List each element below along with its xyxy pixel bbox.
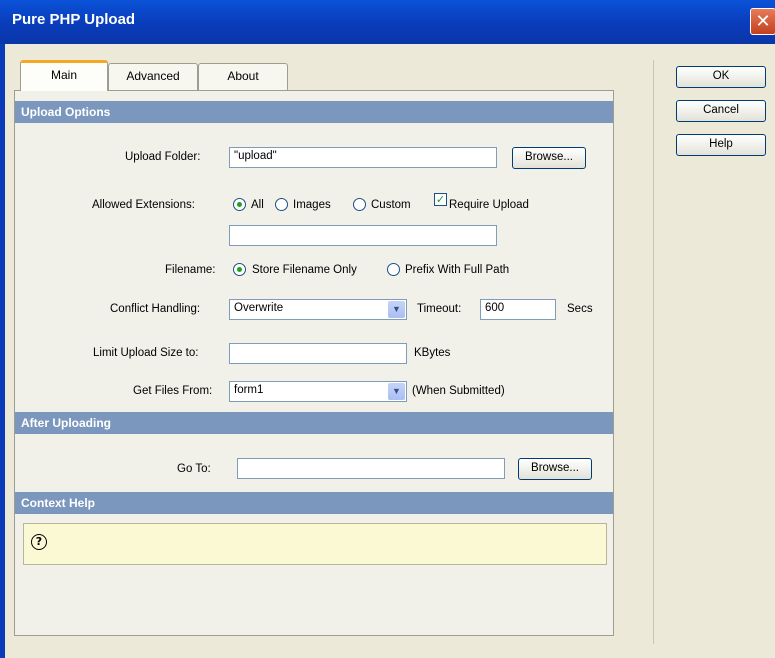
timeout-unit: Secs: [567, 303, 593, 315]
upload-folder-label: Upload Folder:: [125, 151, 201, 163]
window-title: Pure PHP Upload: [12, 11, 136, 28]
timeout-input[interactable]: 600: [480, 299, 556, 320]
help-button[interactable]: Help: [676, 134, 766, 156]
timeout-label: Timeout:: [417, 303, 462, 315]
go-to-label: Go To:: [177, 463, 211, 475]
get-files-from-note: (When Submitted): [412, 385, 505, 397]
get-files-from-value: form1: [234, 384, 264, 396]
radio-selected-dot: [237, 267, 242, 272]
ext-images-radio[interactable]: [275, 198, 288, 211]
go-to-input[interactable]: [237, 458, 505, 479]
after-uploading-header: After Uploading: [15, 412, 613, 434]
ext-custom-label: Custom: [371, 199, 411, 211]
require-upload-checkbox[interactable]: ✓: [434, 193, 447, 206]
main-tab-panel: Upload Options Upload Folder: "upload" B…: [14, 90, 614, 636]
filename-prefix-label: Prefix With Full Path: [405, 264, 510, 276]
ext-custom-radio[interactable]: [353, 198, 366, 211]
context-help-header: Context Help: [15, 492, 613, 514]
require-upload-label: Require Upload: [449, 199, 529, 211]
chevron-down-icon[interactable]: ▼: [388, 383, 405, 400]
limit-upload-size-label: Limit Upload Size to:: [93, 347, 199, 359]
window-left-border: [0, 44, 5, 658]
get-files-from-label: Get Files From:: [133, 385, 213, 397]
help-question-icon: ?: [31, 534, 47, 550]
get-files-from-select[interactable]: form1 ▼: [229, 381, 407, 402]
filename-label: Filename:: [165, 264, 216, 276]
cancel-button[interactable]: Cancel: [676, 100, 766, 122]
limit-upload-size-unit: KBytes: [414, 347, 451, 359]
filename-store-radio[interactable]: [233, 263, 246, 276]
context-help-box: ?: [23, 523, 607, 565]
close-button[interactable]: ✕: [750, 8, 775, 35]
upload-folder-browse-button[interactable]: Browse...: [512, 147, 586, 169]
ext-all-radio[interactable]: [233, 198, 246, 211]
tab-main[interactable]: Main: [20, 60, 108, 91]
upload-options-header: Upload Options: [15, 101, 613, 123]
dialog-window: Pure PHP Upload ✕ Main Advanced About Up…: [0, 0, 775, 658]
conflict-handling-value: Overwrite: [234, 302, 284, 314]
ok-button[interactable]: OK: [676, 66, 766, 88]
chevron-down-icon[interactable]: ▼: [388, 301, 405, 318]
limit-upload-size-input[interactable]: [229, 343, 407, 364]
tab-advanced[interactable]: Advanced: [108, 63, 198, 90]
ext-all-label: All: [251, 199, 264, 211]
tab-about[interactable]: About: [198, 63, 288, 90]
filename-prefix-radio[interactable]: [387, 263, 400, 276]
custom-extensions-input[interactable]: [229, 225, 497, 246]
upload-folder-input[interactable]: "upload": [229, 147, 497, 168]
filename-store-label: Store Filename Only: [252, 264, 357, 276]
ext-images-label: Images: [293, 199, 331, 211]
go-to-browse-button[interactable]: Browse...: [518, 458, 592, 480]
radio-selected-dot: [237, 202, 242, 207]
title-bar: Pure PHP Upload ✕: [0, 0, 775, 44]
allowed-extensions-label: Allowed Extensions:: [92, 199, 195, 211]
button-column-separator: [653, 60, 654, 644]
conflict-handling-label: Conflict Handling:: [110, 303, 201, 315]
conflict-handling-select[interactable]: Overwrite ▼: [229, 299, 407, 320]
